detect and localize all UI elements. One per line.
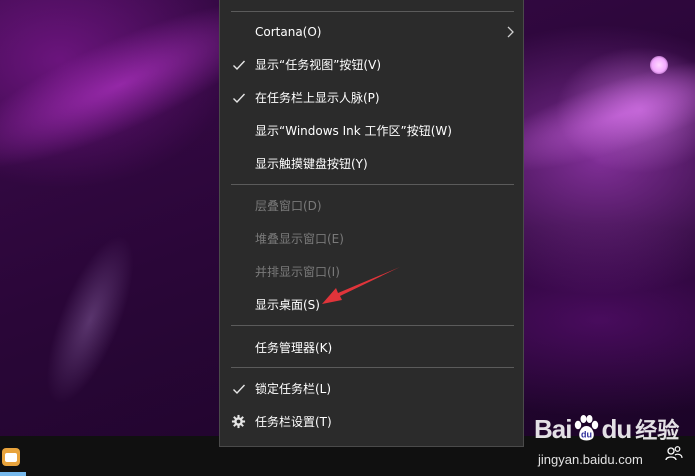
wallpaper-streak (28, 225, 152, 415)
gear-icon (231, 414, 246, 429)
menu-item-stack-windows: 堆叠显示窗口(E) (220, 223, 523, 255)
annotation-arrow (322, 267, 400, 304)
menu-separator (231, 11, 514, 12)
menu-item-label: 锁定任务栏(L) (255, 382, 332, 396)
checkmark-icon (233, 60, 246, 71)
active-app-indicator (0, 472, 26, 476)
menu-item-show-people[interactable]: 在任务栏上显示人脉(P) (220, 82, 523, 114)
menu-item-lock-taskbar[interactable]: 锁定任务栏(L) (220, 373, 523, 405)
menu-item-label: 在任务栏上显示人脉(P) (255, 91, 380, 105)
store-icon[interactable] (2, 448, 20, 466)
taskbar-context-menu: Cortana(O) 显示“任务视图”按钮(V) 在任务栏上显示人脉(P) 显示… (219, 0, 524, 447)
menu-item-label: 层叠窗口(D) (255, 199, 322, 213)
menu-item-cortana[interactable]: Cortana(O) (220, 16, 523, 48)
menu-separator (231, 325, 514, 326)
menu-item-task-manager[interactable]: 任务管理器(K) (220, 332, 523, 364)
wallpaper-orb (650, 56, 668, 74)
menu-separator (231, 184, 514, 185)
people-icon[interactable] (664, 444, 684, 464)
menu-item-cascade-windows: 层叠窗口(D) (220, 190, 523, 222)
menu-separator (231, 367, 514, 368)
chevron-right-icon (507, 26, 514, 38)
menu-item-label: 显示“Windows Ink 工作区”按钮(W) (255, 124, 452, 138)
menu-item-taskbar-settings[interactable]: 任务栏设置(T) (220, 406, 523, 438)
menu-item-show-task-view-button[interactable]: 显示“任务视图”按钮(V) (220, 49, 523, 81)
menu-item-label: Cortana(O) (255, 25, 322, 39)
checkmark-icon (233, 93, 246, 104)
checkmark-icon (233, 384, 246, 395)
menu-item-show-ink-workspace-button[interactable]: 显示“Windows Ink 工作区”按钮(W) (220, 115, 523, 147)
menu-item-label: 任务栏设置(T) (255, 415, 332, 429)
menu-item-show-touch-keyboard-button[interactable]: 显示触摸键盘按钮(Y) (220, 148, 523, 180)
menu-item-label: 显示“任务视图”按钮(V) (255, 58, 382, 72)
menu-item-label: 显示触摸键盘按钮(Y) (255, 157, 368, 171)
menu-item-label: 堆叠显示窗口(E) (255, 232, 344, 246)
menu-item-label: 任务管理器(K) (255, 341, 333, 355)
